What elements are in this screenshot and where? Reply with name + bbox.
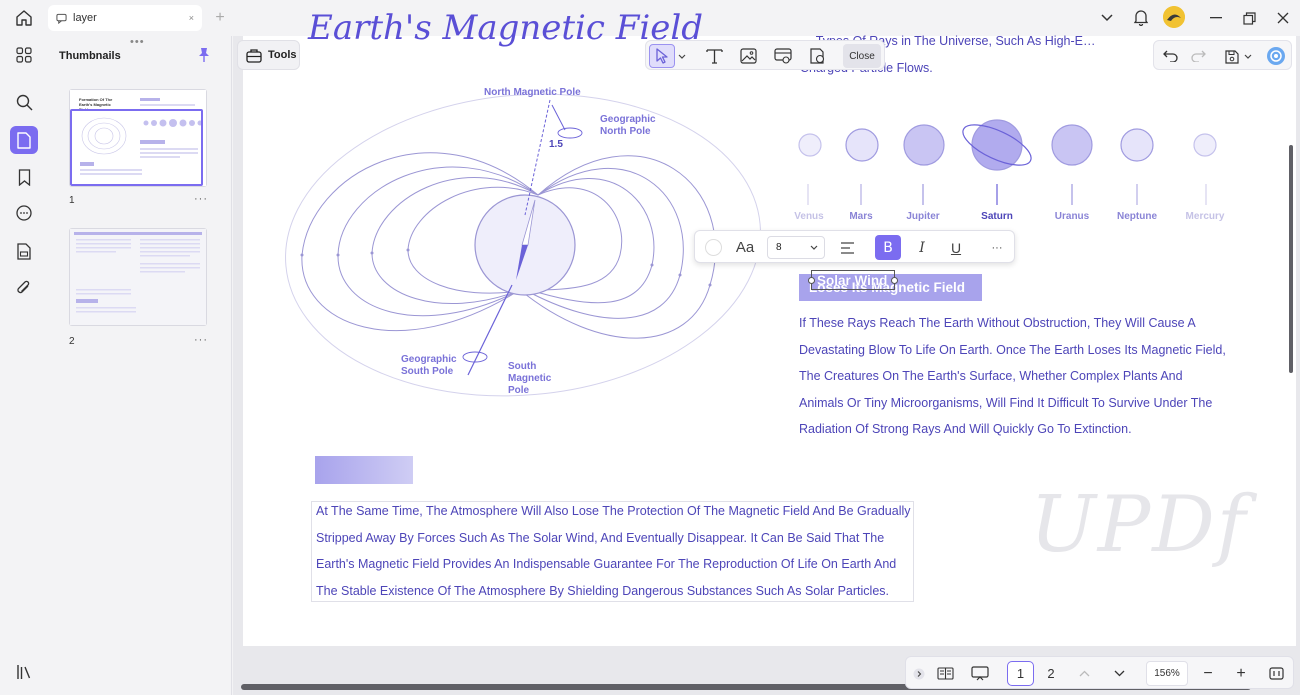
font-family-button[interactable]: Aa	[731, 235, 759, 260]
planet-label-mercury: Mercury	[1185, 211, 1225, 222]
comments-icon[interactable]	[10, 199, 38, 227]
planet-label-jupiter: Jupiter	[906, 211, 940, 222]
attachment-icon[interactable]	[10, 274, 38, 302]
bell-icon[interactable]	[1131, 7, 1151, 27]
font-size-select[interactable]: 8	[767, 236, 825, 259]
planet-label-mars: Mars	[849, 211, 873, 222]
organize-pages-icon[interactable]	[10, 41, 38, 69]
pin-icon[interactable]	[197, 47, 211, 68]
text-format-toolbar: Aa 8 B I U ···	[694, 230, 1015, 263]
document-tab[interactable]: layer ×	[48, 5, 202, 31]
tab-close-button[interactable]: ×	[189, 13, 194, 23]
page-1-button[interactable]: 1	[1007, 661, 1034, 686]
save-dropdown-icon[interactable]	[1242, 44, 1254, 68]
thumbnails-icon[interactable]	[10, 126, 38, 154]
presentation-icon[interactable]	[968, 661, 992, 686]
chevron-down-icon	[810, 245, 818, 250]
page-navigation-bar: 1 2 156% − +	[905, 656, 1294, 689]
search-icon[interactable]	[10, 88, 38, 116]
more-options-button[interactable]: ···	[984, 235, 1010, 260]
select-tool-icon[interactable]	[649, 44, 675, 68]
history-toolbar	[1153, 40, 1292, 70]
tools-button[interactable]: Tools	[237, 40, 300, 70]
restore-icon[interactable]	[1239, 8, 1259, 28]
paragraph-2: At The Same Time, The Atmosphere Will Al…	[316, 504, 911, 598]
thumbnail-menu-button[interactable]: ···	[194, 334, 208, 346]
save-icon[interactable]	[1220, 44, 1244, 68]
toolbox-icon	[246, 48, 262, 63]
planet-label-neptune: Neptune	[1117, 211, 1157, 222]
close-edit-button[interactable]: Close	[843, 44, 881, 68]
panel-drag-handle[interactable]: •••	[130, 36, 145, 48]
fit-page-icon[interactable]	[1266, 661, 1286, 686]
watermark-tool-icon[interactable]	[805, 44, 829, 68]
thumbnail-page-number: 1	[69, 195, 75, 206]
library-icon[interactable]	[10, 658, 38, 686]
close-window-icon[interactable]	[1273, 8, 1293, 28]
underline-button[interactable]: U	[943, 235, 969, 260]
ai-assistant-icon[interactable]	[1264, 44, 1288, 68]
bookmark-icon[interactable]	[10, 163, 38, 191]
redo-icon[interactable]	[1186, 44, 1210, 68]
document-icon[interactable]	[10, 237, 38, 265]
thumbnail-page-2[interactable]	[69, 228, 207, 326]
italic-button[interactable]: I	[909, 235, 935, 260]
select-dropdown-icon[interactable]	[676, 44, 688, 68]
zoom-in-button[interactable]: +	[1231, 661, 1251, 686]
text-color-button[interactable]	[700, 235, 726, 260]
solar-wind-textbox[interactable]: Solar Wind	[808, 270, 898, 290]
left-rail	[0, 36, 48, 695]
minimize-icon[interactable]	[1206, 8, 1226, 28]
previous-page-icon[interactable]	[1074, 661, 1094, 686]
thumbnails-panel: ••• Thumbnails Formation Of The Earth's …	[48, 36, 232, 695]
subheading-highlight	[315, 456, 413, 484]
collapse-arrow-icon[interactable]	[912, 661, 926, 686]
angle-label: 1.5	[549, 139, 563, 150]
bold-button[interactable]: B	[875, 235, 901, 260]
add-link-icon[interactable]	[771, 44, 795, 68]
thumbnails-title: Thumbnails	[59, 50, 121, 62]
new-tab-button[interactable]: +	[210, 8, 230, 28]
resize-handle-right[interactable]	[891, 277, 898, 284]
thumbnail-selection-frame	[70, 109, 203, 186]
tab-title: layer	[73, 12, 97, 24]
planet-label-saturn: Saturn	[981, 211, 1013, 222]
vertical-scrollbar[interactable]	[1289, 145, 1293, 373]
resize-handle-left[interactable]	[808, 277, 815, 284]
add-text-icon[interactable]	[702, 44, 726, 68]
zoom-level[interactable]: 156%	[1146, 661, 1188, 686]
planets-diagram	[798, 119, 1217, 205]
page-title: Earth's Magnetic Field	[308, 8, 703, 48]
zoom-out-button[interactable]: −	[1198, 661, 1218, 686]
align-left-icon[interactable]	[834, 235, 860, 260]
page-2-button[interactable]: 2	[1038, 661, 1064, 686]
font-size-value: 8	[776, 242, 782, 253]
paragraph-1: If These Rays Reach The Earth Without Ob…	[799, 316, 1226, 436]
edit-toolbar: Close	[645, 40, 885, 70]
geographic-north-pole-label: Geographic North Pole	[600, 114, 656, 137]
avatar[interactable]	[1163, 6, 1185, 28]
south-magnetic-pole-label: South Magnetic Pole	[508, 361, 552, 396]
updf-watermark: UPDf	[1030, 480, 1248, 570]
north-magnetic-pole-label: North Magnetic Pole	[484, 87, 581, 98]
thumbnail-page-number: 2	[69, 336, 75, 347]
tools-label: Tools	[268, 49, 297, 61]
comment-icon	[56, 13, 67, 24]
solar-wind-text: Solar Wind	[817, 273, 888, 288]
undo-icon[interactable]	[1158, 44, 1182, 68]
home-icon[interactable]	[14, 8, 34, 28]
geographic-south-pole-label: Geographic South Pole	[401, 354, 457, 377]
next-page-icon[interactable]	[1109, 661, 1129, 686]
page-layout-icon[interactable]	[934, 661, 956, 686]
add-image-icon[interactable]	[736, 44, 760, 68]
thumbnail-page-1[interactable]: Formation Of The Earth's Magnetic Field	[69, 89, 207, 187]
thumbnail-menu-button[interactable]: ···	[194, 193, 208, 205]
planet-label-uranus: Uranus	[1054, 211, 1090, 222]
chevron-down-icon[interactable]	[1097, 8, 1117, 28]
